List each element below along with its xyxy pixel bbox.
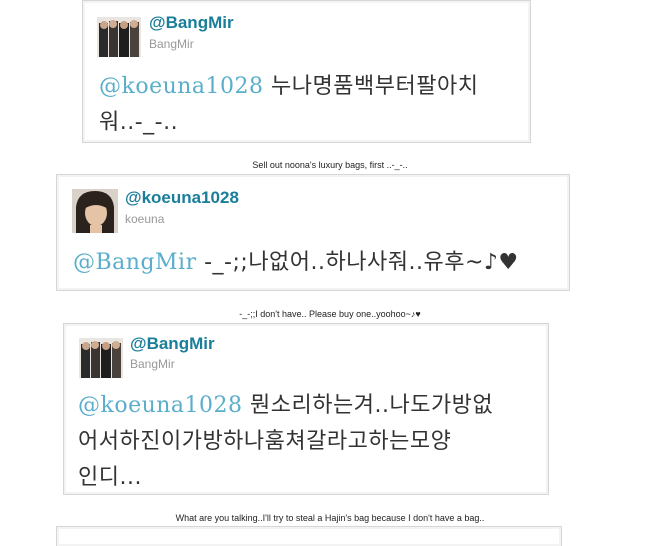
tweet-mention[interactable]: @koeuna1028 [99,74,264,99]
tweet-text: @koeuna1028 누나명품백부터팔아치 워..-_-.. [99,69,529,141]
tweet-text-line2: 어서하진이가방하나훔쳐갈라고하는모양 [78,429,452,454]
tweet-mention[interactable]: @BangMir [73,250,197,275]
tweet-text-line1: 누나명품백부터팔아치 [263,74,479,99]
tweet-handle[interactable]: @BangMir [130,334,215,354]
avatar-koeuna[interactable] [72,189,118,233]
tweet-handle[interactable]: @koeuna1028 [125,188,239,208]
translation-caption-1: Sell out noona's luxury bags, first ..-_… [252,160,408,170]
tweet-display-name: koeuna [125,212,165,226]
tweet-text-line2: 워..-_-.. [99,110,179,135]
tweet-card-3: @BangMir BangMir @koeuna1028 뭔소리하는겨..나도가… [63,323,549,495]
tweet-text-line3: 인디... [78,465,142,490]
tweet-card-4 [56,526,562,546]
tweet-display-name: BangMir [130,357,175,371]
tweet-text-line1: -_-;;나없어..하나사줘..유후~♪♥ [196,250,519,275]
tweet-text-line1: 뭔소리하는겨..나도가방없 [242,393,494,418]
tweet-mention[interactable]: @koeuna1028 [78,393,243,418]
avatar-bangmir[interactable] [79,338,123,378]
tweet-card-1: @BangMir BangMir @koeuna1028 누나명품백부터팔아치 … [82,0,531,143]
tweet-handle[interactable]: @BangMir [149,13,234,33]
tweet-display-name: BangMir [149,37,194,51]
avatar-bangmir[interactable] [97,17,141,57]
tweet-card-2: @koeuna1028 koeuna @BangMir -_-;;나없어..하나… [56,174,570,291]
tweet-text: @BangMir -_-;;나없어..하나사줘..유후~♪♥ [73,245,567,281]
translation-caption-2: -_-;;I don't have.. Please buy one..yooh… [239,309,421,319]
tweet-text: @koeuna1028 뭔소리하는겨..나도가방없 어서하진이가방하나훔쳐갈라고… [78,388,548,496]
translation-caption-3: What are you talking..I'll try to steal … [175,513,485,523]
